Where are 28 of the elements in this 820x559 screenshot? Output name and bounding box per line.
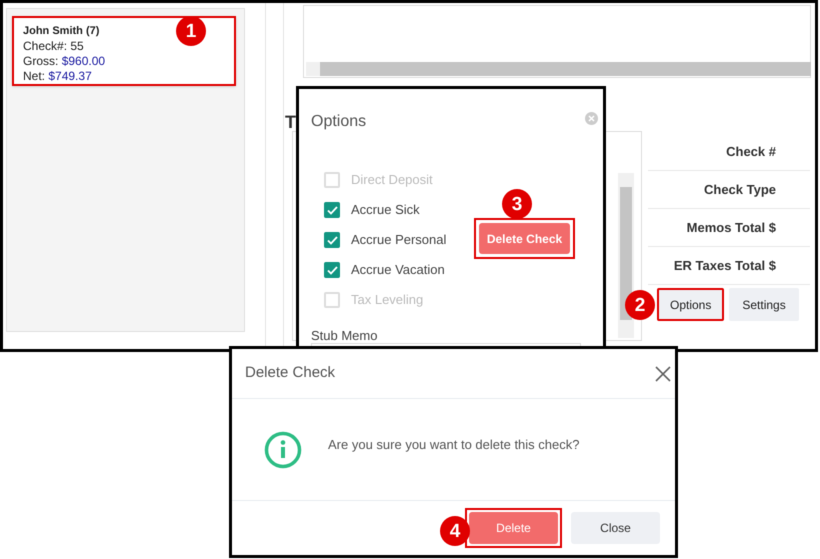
close-button[interactable]: Close	[571, 512, 660, 544]
check-number: Check#: 55	[23, 39, 84, 54]
net-amount: Net: $749.37	[23, 69, 92, 84]
gross-amount: Gross: $960.00	[23, 54, 106, 69]
info-icon	[264, 430, 302, 468]
section-heading: T	[285, 111, 296, 134]
summary-label: ER Taxes Total $	[674, 256, 776, 275]
checkbox-label: Direct Deposit	[351, 171, 433, 190]
checkbox[interactable]	[324, 232, 340, 248]
field-label: Stub Memo	[311, 327, 378, 345]
summary-label: Check Type	[704, 180, 776, 199]
close-icon[interactable]	[655, 366, 671, 382]
checkbox-label: Accrue Sick	[351, 201, 420, 220]
popup-title: Options	[311, 112, 366, 132]
vertical-scrollbar[interactable]	[618, 173, 634, 338]
checkbox[interactable]	[324, 202, 340, 218]
checkbox-label: Tax Leveling	[351, 291, 424, 310]
summary-label: Memos Total $	[686, 218, 776, 237]
options-button[interactable]: Options	[657, 288, 724, 321]
summary-label: Check #	[726, 142, 776, 161]
settings-button[interactable]: Settings	[729, 288, 799, 321]
confirmation-message: Are you sure you want to delete this check?	[328, 436, 580, 454]
employee-name: John Smith (7)	[23, 24, 100, 39]
checkbox-label: Accrue Vacation	[351, 261, 445, 280]
dialog-title: Delete Check	[245, 363, 336, 384]
horizontal-scrollbar[interactable]	[306, 62, 811, 76]
checkbox-label: Accrue Personal	[351, 231, 446, 250]
checkbox[interactable]	[324, 262, 340, 278]
